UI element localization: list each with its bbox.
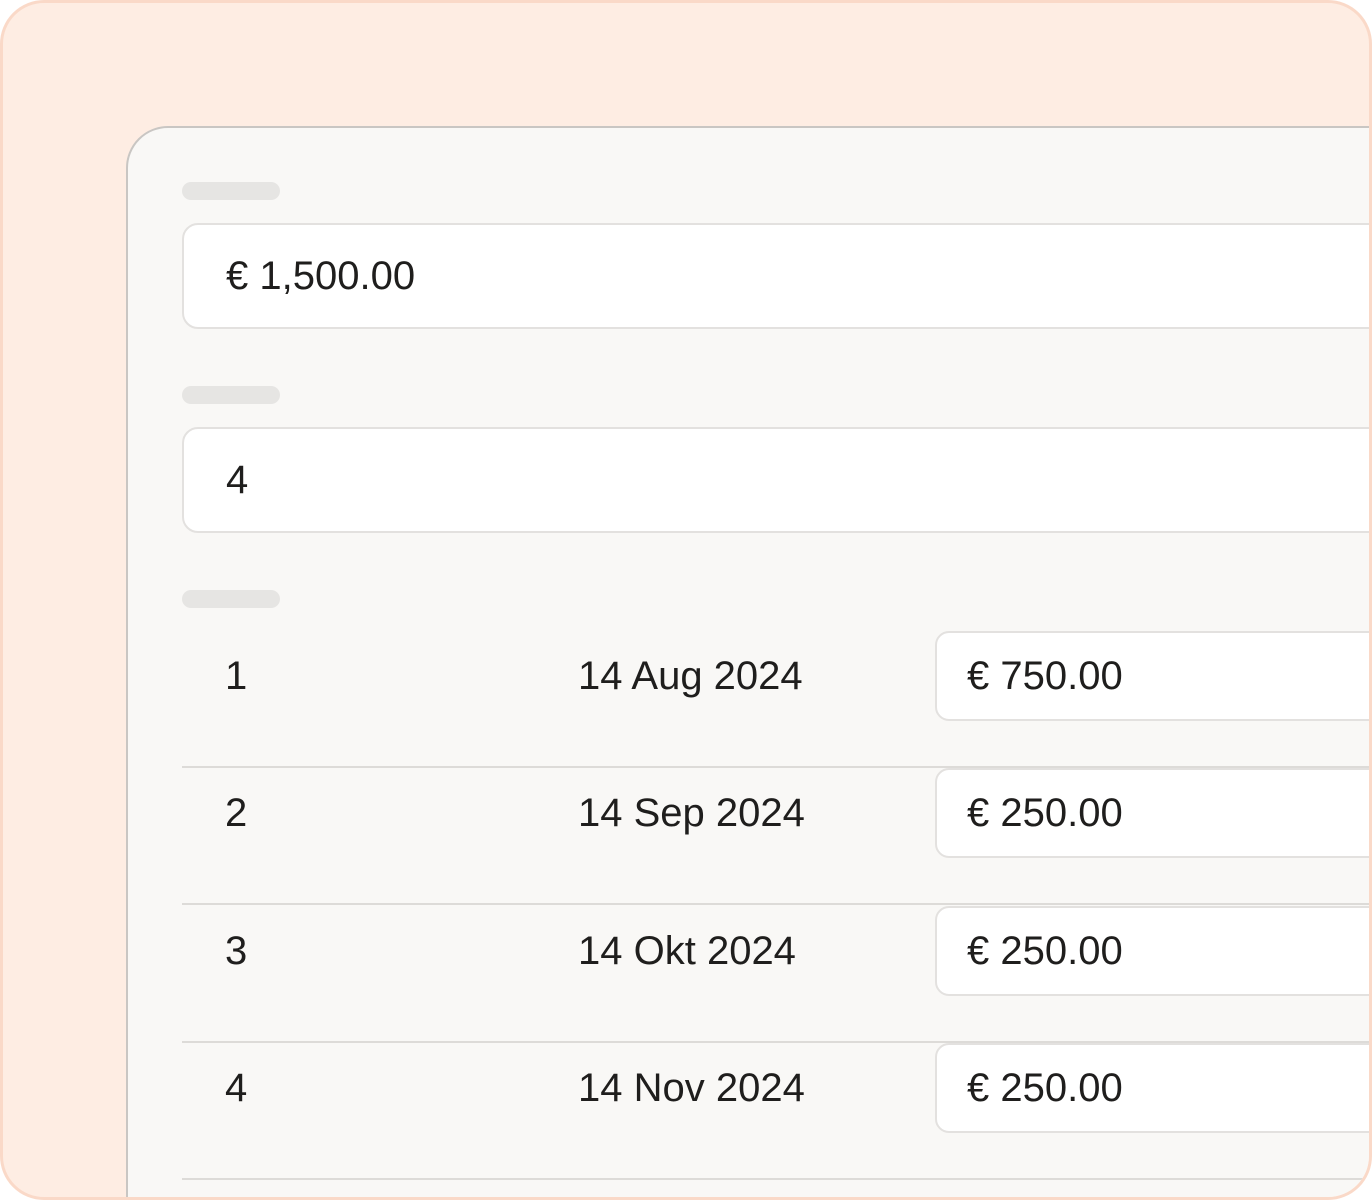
installment-amount-field[interactable]: € 250.00	[935, 768, 1369, 858]
installment-number: 2	[225, 791, 248, 835]
outer-frame: € 1,500.00 4 1 14 Aug 2024 € 750.00 2 14…	[0, 0, 1372, 1200]
installment-date: 14 Sep 2024	[578, 791, 805, 835]
installment-number: 4	[225, 1066, 248, 1110]
installment-amount-field[interactable]: € 750.00	[935, 631, 1369, 721]
installment-panel: € 1,500.00 4 1 14 Aug 2024 € 750.00 2 14…	[126, 126, 1369, 1197]
schedule-row: 4 14 Nov 2024 € 250.00	[182, 1043, 1369, 1180]
schedule-row: 1 14 Aug 2024 € 750.00	[182, 631, 1369, 768]
installment-date: 14 Aug 2024	[578, 654, 803, 698]
total-amount-field[interactable]: € 1,500.00	[182, 223, 1369, 329]
installment-amount-field[interactable]: € 250.00	[935, 1043, 1369, 1133]
installments-count-label-placeholder	[182, 386, 280, 404]
installment-amount-field[interactable]: € 250.00	[935, 906, 1369, 996]
installments-count-field[interactable]: 4	[182, 427, 1369, 533]
installment-date: 14 Okt 2024	[578, 929, 796, 973]
installment-number: 3	[225, 929, 248, 973]
schedule-row: 2 14 Sep 2024 € 250.00	[182, 768, 1369, 905]
installment-number: 1	[225, 654, 248, 698]
schedule-row: 3 14 Okt 2024 € 250.00	[182, 906, 1369, 1043]
installment-date: 14 Nov 2024	[578, 1066, 805, 1110]
schedule-label-placeholder	[182, 590, 280, 608]
total-amount-label-placeholder	[182, 182, 280, 200]
